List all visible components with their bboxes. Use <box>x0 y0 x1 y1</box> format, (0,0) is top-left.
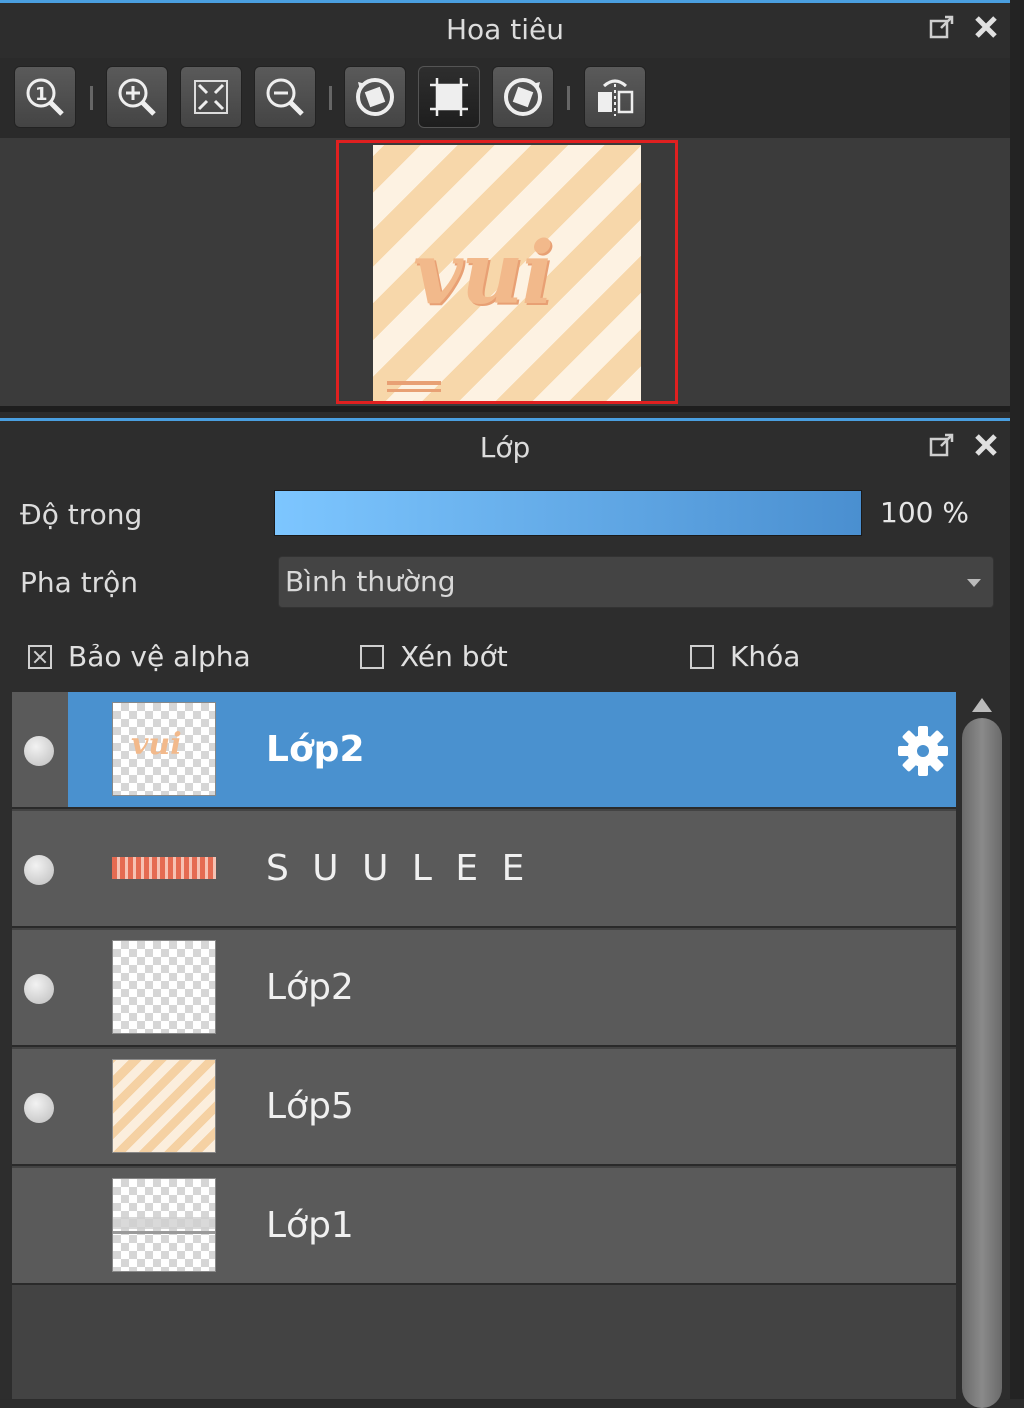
close-icon[interactable] <box>972 13 1000 41</box>
preview-small-text <box>387 389 441 392</box>
opacity-value: 100 % <box>880 496 969 529</box>
fit-canvas-button[interactable] <box>418 66 480 128</box>
lock-checkbox[interactable]: Khóa <box>690 640 800 673</box>
lock-label: Khóa <box>730 640 801 673</box>
fit-screen-icon <box>194 80 228 114</box>
flip-horizontal-button[interactable] <box>584 66 646 128</box>
layer-name: Lớp1 <box>266 1205 354 1246</box>
fit-screen-button[interactable] <box>180 66 242 128</box>
toolbar-separator <box>329 86 332 110</box>
blend-mode-value: Bình thường <box>285 565 456 598</box>
layer-thumbnail: vui <box>112 702 216 796</box>
popout-icon[interactable] <box>928 13 956 41</box>
checkbox-checked-icon <box>28 644 52 669</box>
zoom-out-button[interactable] <box>254 66 316 128</box>
navigator-title: Hoa tiêu <box>446 13 564 46</box>
layer-row[interactable]: vui Lớp2 <box>12 692 956 809</box>
layers-panel: Lớp Độ trong 100 % Pha trộn Bình thường … <box>0 418 1010 1408</box>
canvas-thumbnail: vui <box>373 145 641 401</box>
rotate-left-button[interactable] <box>344 66 406 128</box>
layer-list-scrollbar[interactable] <box>962 694 1002 1408</box>
rotate-left-icon <box>356 78 394 116</box>
navigator-panel: Hoa tiêu 1 vui <box>0 0 1010 412</box>
layer-list: vui Lớp2 S U U L E E Lớp2 Lớp5 Lớp1 <box>12 692 956 1399</box>
zoom-out-icon <box>266 78 304 116</box>
chevron-down-icon <box>967 579 981 587</box>
popout-icon[interactable] <box>928 431 956 459</box>
viewport-frame[interactable]: vui <box>336 140 678 404</box>
layer-row[interactable]: Lớp1 <box>12 1168 956 1285</box>
opacity-slider[interactable] <box>274 490 862 536</box>
layer-row[interactable]: S U U L E E <box>12 811 956 928</box>
layer-thumbnail <box>112 857 216 879</box>
panel-divider <box>0 406 1010 412</box>
zoom-in-button[interactable] <box>106 66 168 128</box>
svg-text:1: 1 <box>35 84 48 105</box>
opacity-label: Độ trong <box>20 498 143 531</box>
toolbar-separator <box>90 86 93 110</box>
scroll-up-icon[interactable] <box>972 698 992 712</box>
zoom-100-button[interactable]: 1 <box>14 66 76 128</box>
visibility-toggle[interactable] <box>24 855 54 885</box>
rotate-right-icon <box>504 78 542 116</box>
zoom-in-icon <box>118 78 156 116</box>
scrollbar-thumb[interactable] <box>962 718 1002 1408</box>
close-icon[interactable] <box>972 431 1000 459</box>
navigator-preview-area[interactable]: vui <box>0 138 1010 406</box>
gear-icon[interactable] <box>896 724 950 778</box>
layer-thumbnail <box>112 1059 216 1153</box>
toolbar-separator <box>567 86 570 110</box>
layer-thumbnail <box>112 940 216 1034</box>
preview-small-text <box>387 381 441 385</box>
checkbox-icon <box>690 644 714 669</box>
layers-title: Lớp <box>479 431 531 464</box>
visibility-toggle[interactable] <box>24 974 54 1004</box>
layer-row[interactable]: Lớp2 <box>12 930 956 1047</box>
visibility-toggle[interactable] <box>24 1212 54 1242</box>
layer-row[interactable]: Lớp5 <box>12 1049 956 1166</box>
flip-horizontal-icon <box>598 79 634 116</box>
preview-text: vui <box>413 223 554 324</box>
rotate-right-button[interactable] <box>492 66 554 128</box>
layers-titlebar: Lớp <box>0 418 1010 476</box>
fit-canvas-icon <box>430 78 468 116</box>
blend-mode-select[interactable]: Bình thường <box>278 556 994 608</box>
protect-alpha-label: Bảo vệ alpha <box>68 640 251 673</box>
protect-alpha-checkbox[interactable]: Bảo vệ alpha <box>28 640 251 673</box>
layer-name: Lớp5 <box>266 1086 354 1127</box>
clipping-checkbox[interactable]: Xén bớt <box>360 640 508 673</box>
zoom-100-icon: 1 <box>26 78 64 116</box>
window-edge <box>1010 0 1024 1399</box>
layer-thumbnail <box>112 1178 216 1272</box>
visibility-toggle[interactable] <box>24 1093 54 1123</box>
navigator-titlebar: Hoa tiêu <box>0 0 1010 58</box>
layer-name: Lớp2 <box>266 967 354 1008</box>
navigator-toolbar: 1 <box>0 58 1010 138</box>
visibility-toggle[interactable] <box>24 736 54 766</box>
checkbox-icon <box>360 644 384 669</box>
layer-name: Lớp2 <box>266 729 365 770</box>
layer-name: S U U L E E <box>266 848 531 889</box>
clipping-label: Xén bớt <box>400 640 508 673</box>
blend-mode-label: Pha trộn <box>20 566 139 599</box>
